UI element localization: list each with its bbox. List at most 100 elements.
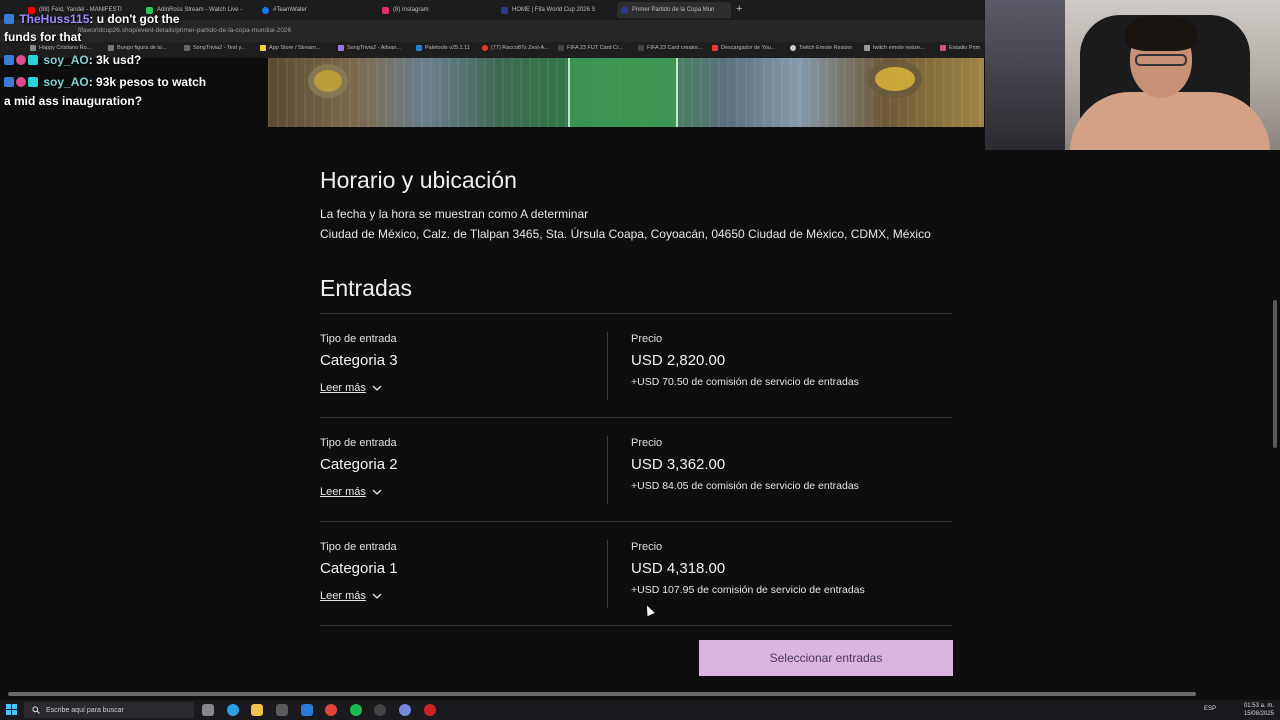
ticket-type-label: Tipo de entrada [320, 437, 397, 449]
bookmark-label: Twitch Emote Resizer [799, 45, 853, 51]
bookmark-icon [338, 45, 344, 51]
read-more-label: Leer más [320, 486, 366, 498]
chat-message: soy_AO: 93k pesos to watch [4, 75, 206, 89]
bookmark-item[interactable]: twitch emote resize... [864, 45, 925, 51]
read-more-link[interactable]: Leer más [320, 486, 382, 498]
tab-teamwater[interactable]: #TeamWater [262, 2, 366, 18]
app-red-icon[interactable] [424, 704, 436, 716]
chat-text: : u don't got the [89, 12, 180, 26]
bookmark-icon [940, 45, 946, 51]
mail-icon[interactable] [301, 704, 313, 716]
tab-fifa-home[interactable]: HOME | Fifa World Cup 2026 S [501, 2, 605, 18]
chat-message-continuation: funds for that [4, 30, 81, 44]
bookmark-icon [864, 45, 870, 51]
file-explorer-icon[interactable] [251, 704, 263, 716]
globe-icon [262, 6, 269, 14]
windows-taskbar: Escribe aquí para buscar ESP 01:53 a. m.… [0, 700, 1280, 720]
ticket-category: Categoria 1 [320, 560, 398, 577]
ticket-type-label: Tipo de entrada [320, 541, 397, 553]
divider [320, 417, 952, 418]
bookmark-icon [416, 45, 422, 51]
bookmark-item[interactable]: FIFA 23 FUT Card Cr... [558, 45, 623, 51]
streamer-body [1070, 92, 1270, 150]
event-details-content: Horario y ubicación La fecha y la hora s… [0, 127, 1280, 690]
stadium-pitch [568, 58, 678, 127]
bookmark-item[interactable]: SongTrivia2 - Advan... [338, 45, 401, 51]
column-divider [607, 436, 608, 504]
tab-primer-partido[interactable]: Primer Partido de la Copa Mun [617, 2, 731, 18]
bookmark-item[interactable]: App Store / Stream... [260, 45, 320, 51]
service-fee: +USD 70.50 de comisión de servicio de en… [631, 376, 859, 388]
bookmark-icon [30, 45, 36, 51]
horizontal-scrollbar[interactable] [8, 692, 1196, 696]
tab-label: Primer Partido de la Copa Mun [632, 7, 715, 13]
clock-date: 15/08/2025 [1243, 711, 1274, 717]
chat-username: TheHuss115 [19, 12, 90, 26]
spotify-icon[interactable] [350, 704, 362, 716]
bookmark-label: Bungo figura de to... [117, 45, 167, 51]
select-tickets-button[interactable]: Seleccionar entradas [699, 640, 953, 676]
mouse-cursor-icon [643, 603, 655, 617]
bookmark-icon [558, 45, 564, 51]
bookmark-item[interactable]: Descargador de You... [712, 45, 775, 51]
tab-label: #TeamWater [273, 7, 307, 13]
venue-address: Ciudad de México, Calz. de Tlalpan 3465,… [320, 227, 931, 241]
tab-instagram[interactable]: (8) Instagram [382, 2, 486, 18]
bookmark-item[interactable]: Bungo figura de to... [108, 45, 167, 51]
bookmark-icon [790, 45, 796, 51]
read-more-link[interactable]: Leer más [320, 590, 382, 602]
language-indicator[interactable]: ESP [1204, 706, 1216, 712]
bookmark-icon [638, 45, 644, 51]
read-more-label: Leer más [320, 590, 366, 602]
store-icon[interactable] [276, 704, 288, 716]
stadium-roof-right [868, 60, 922, 98]
tab-label: (8) Instagram [393, 7, 429, 13]
chat-text: funds for that [4, 30, 82, 44]
stadium-roof-left [308, 64, 348, 98]
bookmark-label: FIFA 23 FUT Card Cr... [567, 45, 624, 51]
bookmark-icon [108, 45, 114, 51]
streamer-hair [1125, 15, 1197, 51]
subscriber-badge-icon [4, 14, 14, 24]
read-more-link[interactable]: Leer más [320, 382, 382, 394]
bookmark-item[interactable]: (77) Racco87s Zesl-A... [482, 45, 549, 51]
task-view-icon[interactable] [202, 704, 214, 716]
ticket-category: Categoria 2 [320, 456, 398, 473]
clock-time: 01:53 a. m. [1243, 703, 1274, 709]
price-label: Precio [631, 333, 663, 345]
chat-username: soy_AO [43, 75, 89, 89]
stadium-banner-image [268, 58, 984, 127]
vertical-scrollbar[interactable] [1273, 300, 1277, 448]
bookmark-item[interactable]: Twitch Emote Resizer [790, 45, 852, 51]
discord-icon[interactable] [399, 704, 411, 716]
taskbar-search[interactable]: Escribe aquí para buscar [24, 702, 194, 718]
bookmark-item[interactable]: Estadio Prim [940, 45, 980, 51]
new-tab-button[interactable]: + [736, 3, 742, 15]
obs-icon[interactable] [374, 704, 386, 716]
chrome-icon[interactable] [325, 704, 337, 716]
divider [320, 625, 952, 626]
chevron-down-icon [372, 489, 382, 495]
vip-badge-icon [28, 77, 38, 87]
schedule-heading: Horario y ubicación [320, 167, 517, 193]
chat-message: TheHuss115: u don't got the [4, 12, 180, 26]
bookmark-item[interactable]: Happy Cristiano Ro... [30, 45, 91, 51]
glasses [1135, 54, 1187, 66]
windows-start-icon[interactable] [6, 704, 17, 715]
ticket-category: Categoria 3 [320, 352, 398, 369]
bookmark-label: Estadio Prim [949, 45, 981, 51]
column-divider [607, 332, 608, 400]
bookmark-item[interactable]: SongTrivia2 - Test y... [184, 45, 245, 51]
url-text[interactable]: fifaworldcup26.shop/event-details/primer… [78, 27, 291, 34]
system-clock[interactable]: 01:53 a. m. 15/08/2025 [1244, 702, 1274, 718]
bookmark-item[interactable]: FIFA 23 Card creator... [638, 45, 702, 51]
bookmark-label: App Store / Stream... [269, 45, 321, 51]
bookmark-label: twitch emote resize... [873, 45, 925, 51]
edge-icon[interactable] [227, 704, 239, 716]
vip-badge-icon [28, 55, 38, 65]
chat-text: : 93k pesos to watch [88, 75, 207, 89]
chevron-down-icon [372, 593, 382, 599]
bookmark-item[interactable]: Paletools v25.1.11 [416, 45, 470, 51]
fifa-icon [501, 6, 508, 14]
bookmark-icon [712, 45, 718, 51]
